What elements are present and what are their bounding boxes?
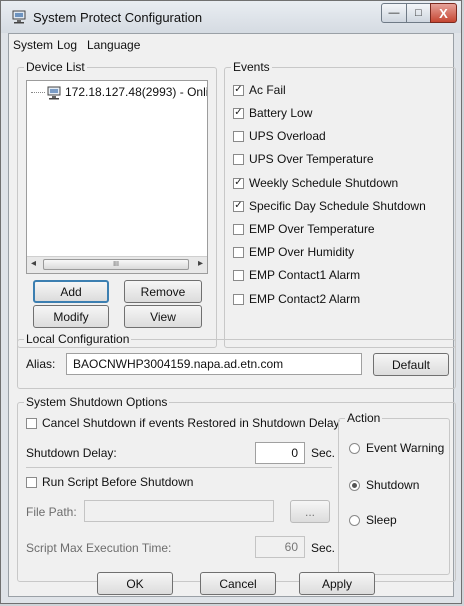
menu-system[interactable]: System xyxy=(13,38,53,52)
checkbox-box[interactable]: ✓ xyxy=(233,200,244,212)
close-button[interactable]: X xyxy=(430,3,457,23)
max-exec-label: Script Max Execution Time: xyxy=(26,541,172,555)
menu-bar: System Log Language xyxy=(9,34,453,54)
default-button[interactable]: Default xyxy=(373,353,449,376)
modify-button[interactable]: Modify xyxy=(33,305,109,328)
checkbox-box[interactable] xyxy=(233,153,244,165)
checkbox-box[interactable] xyxy=(26,476,37,488)
device-list-group: Device List 172.18.127.48(2993) - Onlin … xyxy=(17,60,217,348)
event-emp-contact1-checkbox[interactable]: EMP Contact1 Alarm xyxy=(233,268,360,282)
remove-button[interactable]: Remove xyxy=(124,280,202,303)
checkbox-box[interactable]: ✓ xyxy=(233,107,244,119)
title-bar[interactable]: System Protect Configuration — □ X xyxy=(1,1,461,33)
device-list-item[interactable]: 172.18.127.48(2993) - Onlin xyxy=(65,85,207,99)
radio-selected-dot xyxy=(352,482,357,488)
ok-button[interactable]: OK xyxy=(97,572,173,595)
shutdown-radio[interactable]: Shutdown xyxy=(349,478,419,492)
event-ups-overload-checkbox[interactable]: UPS Overload xyxy=(233,129,326,143)
browse-button[interactable]: ... xyxy=(290,500,330,523)
cancel-shutdown-label: Cancel Shutdown if events Restored in Sh… xyxy=(42,416,340,430)
event-battery-low-checkbox[interactable]: ✓ Battery Low xyxy=(233,106,312,120)
divider xyxy=(26,467,332,468)
checkbox-box[interactable] xyxy=(233,223,244,235)
event-label: EMP Over Humidity xyxy=(249,245,355,259)
menu-language[interactable]: Language xyxy=(87,38,140,52)
shutdown-delay-unit: Sec. xyxy=(311,446,336,460)
events-group: Events ✓ Ac Fail ✓ Battery Low UPS Overloa… xyxy=(224,60,456,348)
action-label: Action xyxy=(345,411,383,425)
device-list-label: Device List xyxy=(24,60,87,74)
checkbox-box[interactable]: ✓ xyxy=(233,84,244,96)
window-title: System Protect Configuration xyxy=(33,10,203,25)
events-label: Events xyxy=(231,60,272,74)
file-path-label: File Path: xyxy=(26,505,77,519)
checkbox-box[interactable] xyxy=(26,417,37,429)
radio-label: Shutdown xyxy=(366,478,420,492)
scroll-thumb[interactable]: III xyxy=(43,259,189,270)
event-emp-contact2-checkbox[interactable]: EMP Contact2 Alarm xyxy=(233,292,360,306)
apply-button[interactable]: Apply xyxy=(299,572,375,595)
main-window: System Protect Configuration — □ X Syste… xyxy=(0,0,462,604)
radio-label: Event Warning xyxy=(366,441,445,455)
shutdown-options-label: System Shutdown Options xyxy=(24,395,170,409)
client-area: System Log Language Device List 172.18.1… xyxy=(8,33,456,597)
scroll-left-icon[interactable]: ◂ xyxy=(31,258,36,269)
event-label: UPS Over Temperature xyxy=(249,152,374,166)
event-weekly-schedule-checkbox[interactable]: ✓ Weekly Schedule Shutdown xyxy=(233,176,398,190)
checkbox-box[interactable]: ✓ xyxy=(233,177,244,189)
file-path-input[interactable] xyxy=(84,500,274,522)
event-warning-radio[interactable]: Event Warning xyxy=(349,441,444,455)
run-script-checkbox[interactable]: Run Script Before Shutdown xyxy=(26,475,193,489)
max-exec-input[interactable]: 60 xyxy=(255,536,305,558)
shutdown-delay-label: Shutdown Delay: xyxy=(26,446,117,460)
device-tree[interactable]: 172.18.127.48(2993) - Onlin ◂ III ▸ xyxy=(26,80,208,274)
scroll-right-icon[interactable]: ▸ xyxy=(198,258,203,269)
event-specific-day-checkbox[interactable]: ✓ Specific Day Schedule Shutdown xyxy=(233,199,426,213)
event-label: Ac Fail xyxy=(249,83,286,97)
menu-log[interactable]: Log xyxy=(57,38,77,52)
max-exec-unit: Sec. xyxy=(311,541,336,555)
minimize-button[interactable]: — xyxy=(381,3,407,23)
computer-node-icon xyxy=(47,86,61,100)
event-ac-fail-checkbox[interactable]: ✓ Ac Fail xyxy=(233,83,286,97)
event-label: Weekly Schedule Shutdown xyxy=(249,176,399,190)
event-emp-over-temperature-checkbox[interactable]: EMP Over Temperature xyxy=(233,222,375,236)
radio-dot[interactable] xyxy=(349,479,360,491)
action-group: Action Event Warning Shutdown Sleep xyxy=(338,411,450,575)
event-ups-over-temperature-checkbox[interactable]: UPS Over Temperature xyxy=(233,152,374,166)
event-label: EMP Over Temperature xyxy=(249,222,375,236)
view-button[interactable]: View xyxy=(124,305,202,328)
event-label: Specific Day Schedule Shutdown xyxy=(249,199,426,213)
shutdown-options-group: System Shutdown Options Cancel Shutdown … xyxy=(17,395,456,582)
network-computer-icon xyxy=(12,10,26,24)
local-config-label: Local Configuration xyxy=(24,332,132,346)
horizontal-scrollbar[interactable]: ◂ III ▸ xyxy=(27,256,207,273)
shutdown-delay-input[interactable]: 0 xyxy=(255,442,305,464)
tree-connector xyxy=(31,92,45,93)
cancel-button[interactable]: Cancel xyxy=(200,572,276,595)
event-emp-over-humidity-checkbox[interactable]: EMP Over Humidity xyxy=(233,245,354,259)
maximize-button[interactable]: □ xyxy=(406,3,431,23)
event-label: EMP Contact2 Alarm xyxy=(249,292,361,306)
checkbox-box[interactable] xyxy=(233,130,244,142)
checkbox-box[interactable] xyxy=(233,269,244,281)
event-label: Battery Low xyxy=(249,106,313,120)
local-config-group: Local Configuration Alias: BAOCNWHP30041… xyxy=(17,332,456,389)
sleep-radio[interactable]: Sleep xyxy=(349,513,397,527)
radio-dot[interactable] xyxy=(349,514,360,526)
alias-label: Alias: xyxy=(26,357,56,371)
event-label: UPS Overload xyxy=(249,129,326,143)
radio-label: Sleep xyxy=(366,513,397,527)
radio-dot[interactable] xyxy=(349,442,360,454)
add-button[interactable]: Add xyxy=(33,280,109,303)
checkbox-box[interactable] xyxy=(233,293,244,305)
cancel-shutdown-checkbox[interactable]: Cancel Shutdown if events Restored in Sh… xyxy=(26,416,340,430)
checkbox-box[interactable] xyxy=(233,246,244,258)
alias-input[interactable]: BAOCNWHP3004159.napa.ad.etn.com xyxy=(66,353,362,375)
run-script-label: Run Script Before Shutdown xyxy=(42,475,194,489)
event-label: EMP Contact1 Alarm xyxy=(249,268,361,282)
